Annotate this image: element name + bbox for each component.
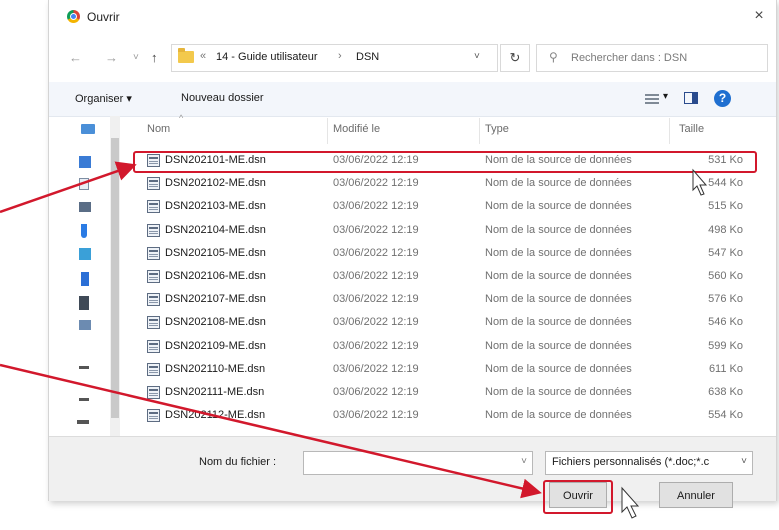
mouse-cursor-icon <box>621 486 640 519</box>
annotation-overlay <box>0 161 708 519</box>
mouse-cursor-icon <box>692 168 708 196</box>
annotation-arrow-to-file <box>0 161 137 214</box>
annotation-arrow-to-open <box>0 363 542 499</box>
